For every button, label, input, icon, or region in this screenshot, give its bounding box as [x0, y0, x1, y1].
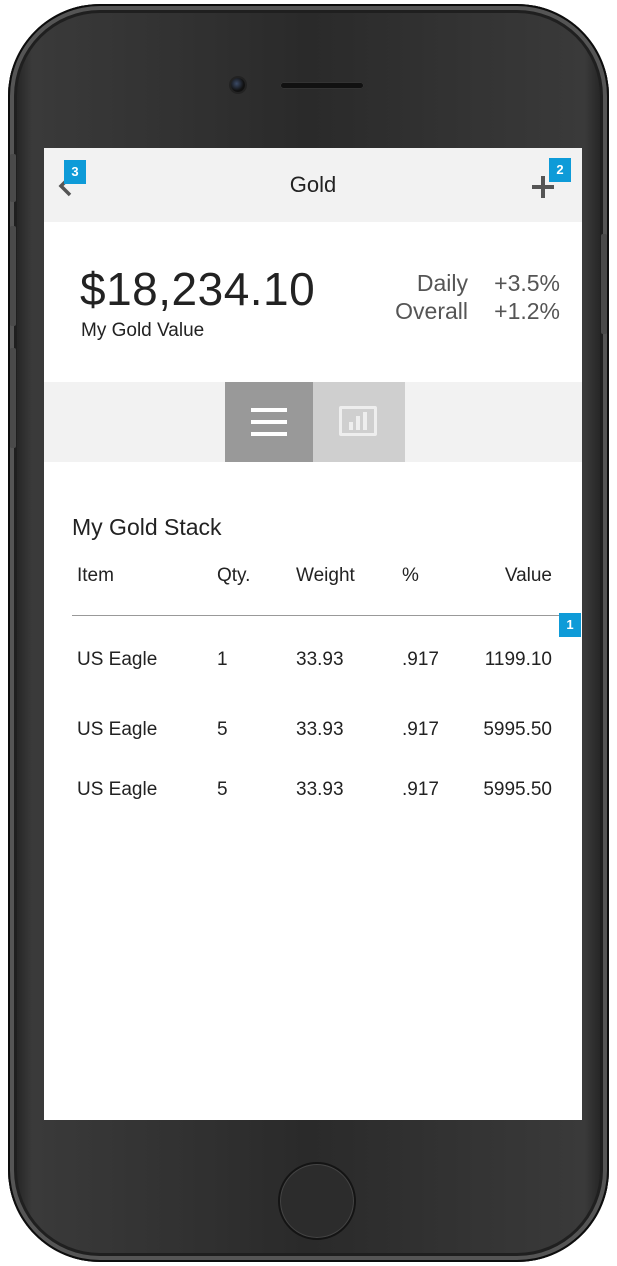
row-1-value: 1199.10 [484, 649, 552, 670]
row-3-item[interactable]: US Eagle [77, 779, 157, 801]
daily-change: Daily +3.5% [417, 270, 560, 297]
table-divider [72, 615, 572, 616]
power-button [601, 234, 607, 334]
app-screen: Gold 3 2 $18,234.10 My Gold Value Daily +… [44, 148, 582, 1120]
column-header-qty: Qty. [217, 565, 251, 586]
front-camera [231, 78, 245, 92]
home-button[interactable] [278, 1162, 356, 1240]
annotation-badge-2: 2 [549, 158, 571, 182]
row-2-value: 5995.50 [483, 719, 552, 740]
row-1-item[interactable]: US Eagle [77, 649, 157, 671]
view-toggle-bar [44, 382, 582, 462]
row-2-qty: 5 [217, 719, 228, 740]
earpiece-speaker [280, 82, 364, 89]
row-3-weight: 33.93 [296, 779, 344, 800]
list-view-toggle[interactable] [225, 382, 313, 462]
gold-value-label: My Gold Value [81, 320, 205, 341]
daily-label: Daily [416, 270, 468, 296]
column-header-percent: % [402, 565, 419, 586]
row-3-value: 5995.50 [483, 779, 552, 800]
nav-bar: Gold 3 2 [44, 148, 582, 222]
bar-chart-icon [339, 406, 377, 436]
page-title: Gold [289, 172, 337, 197]
row-2-item[interactable]: US Eagle [77, 719, 157, 741]
list-icon [251, 408, 287, 412]
row-2-percent: .917 [402, 719, 439, 740]
chart-view-toggle[interactable] [313, 382, 405, 462]
volume-down-button [10, 348, 16, 448]
row-3-qty: 5 [217, 779, 228, 800]
volume-up-button [10, 226, 16, 326]
annotation-badge-3: 3 [64, 160, 86, 184]
overall-change: Overall +1.2% [395, 298, 560, 325]
annotation-badge-1: 1 [559, 613, 581, 637]
mute-switch [10, 154, 16, 202]
column-header-value: Value [504, 565, 552, 586]
row-3-percent: .917 [402, 779, 439, 800]
section-title: My Gold Stack [72, 514, 222, 540]
overall-value: +1.2% [494, 298, 560, 324]
column-header-item: Item [77, 565, 114, 586]
daily-value: +3.5% [494, 270, 560, 296]
column-header-weight: Weight [296, 565, 355, 586]
row-2-weight: 33.93 [296, 719, 344, 740]
row-1-weight: 33.93 [296, 649, 344, 670]
row-1-qty: 1 [217, 649, 228, 670]
gold-value-amount: $18,234.10 [80, 263, 316, 315]
row-1-percent: .917 [402, 649, 439, 670]
overall-label: Overall [395, 298, 468, 324]
